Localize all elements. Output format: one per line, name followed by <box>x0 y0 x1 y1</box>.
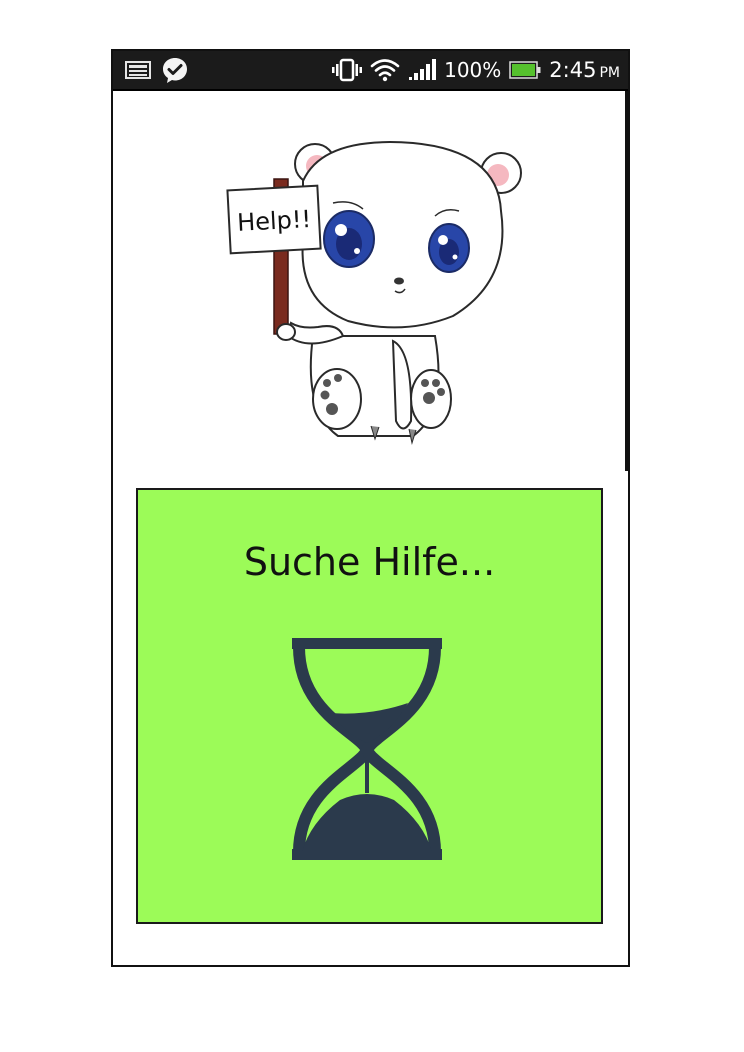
battery-icon <box>509 60 541 80</box>
signal-icon <box>408 58 437 82</box>
screen-edge-divider <box>625 91 628 471</box>
messenger-check-icon <box>161 56 189 84</box>
notification-card-icon <box>125 60 151 80</box>
search-status-card: Suche Hilfe... <box>136 488 603 924</box>
battery-percent: 100% <box>444 58 502 82</box>
clock-time: 2:45 <box>549 58 597 82</box>
help-sign-text: Help!! <box>236 205 311 237</box>
hourglass-icon <box>290 638 445 863</box>
vibrate-icon <box>332 58 363 82</box>
status-bar-right: 100% 2:45 PM <box>332 55 620 85</box>
clock: 2:45 PM <box>549 58 620 82</box>
clock-ampm: PM <box>599 65 620 81</box>
phone-screen: 100% 2:45 PM Help!! Suche Hilfe... <box>111 49 630 967</box>
wifi-icon <box>370 58 400 82</box>
status-bar: 100% 2:45 PM <box>113 51 628 91</box>
bear-illustration: Help!! <box>113 91 626 471</box>
status-bar-left <box>125 57 189 83</box>
status-message: Suche Hilfe... <box>243 540 496 584</box>
